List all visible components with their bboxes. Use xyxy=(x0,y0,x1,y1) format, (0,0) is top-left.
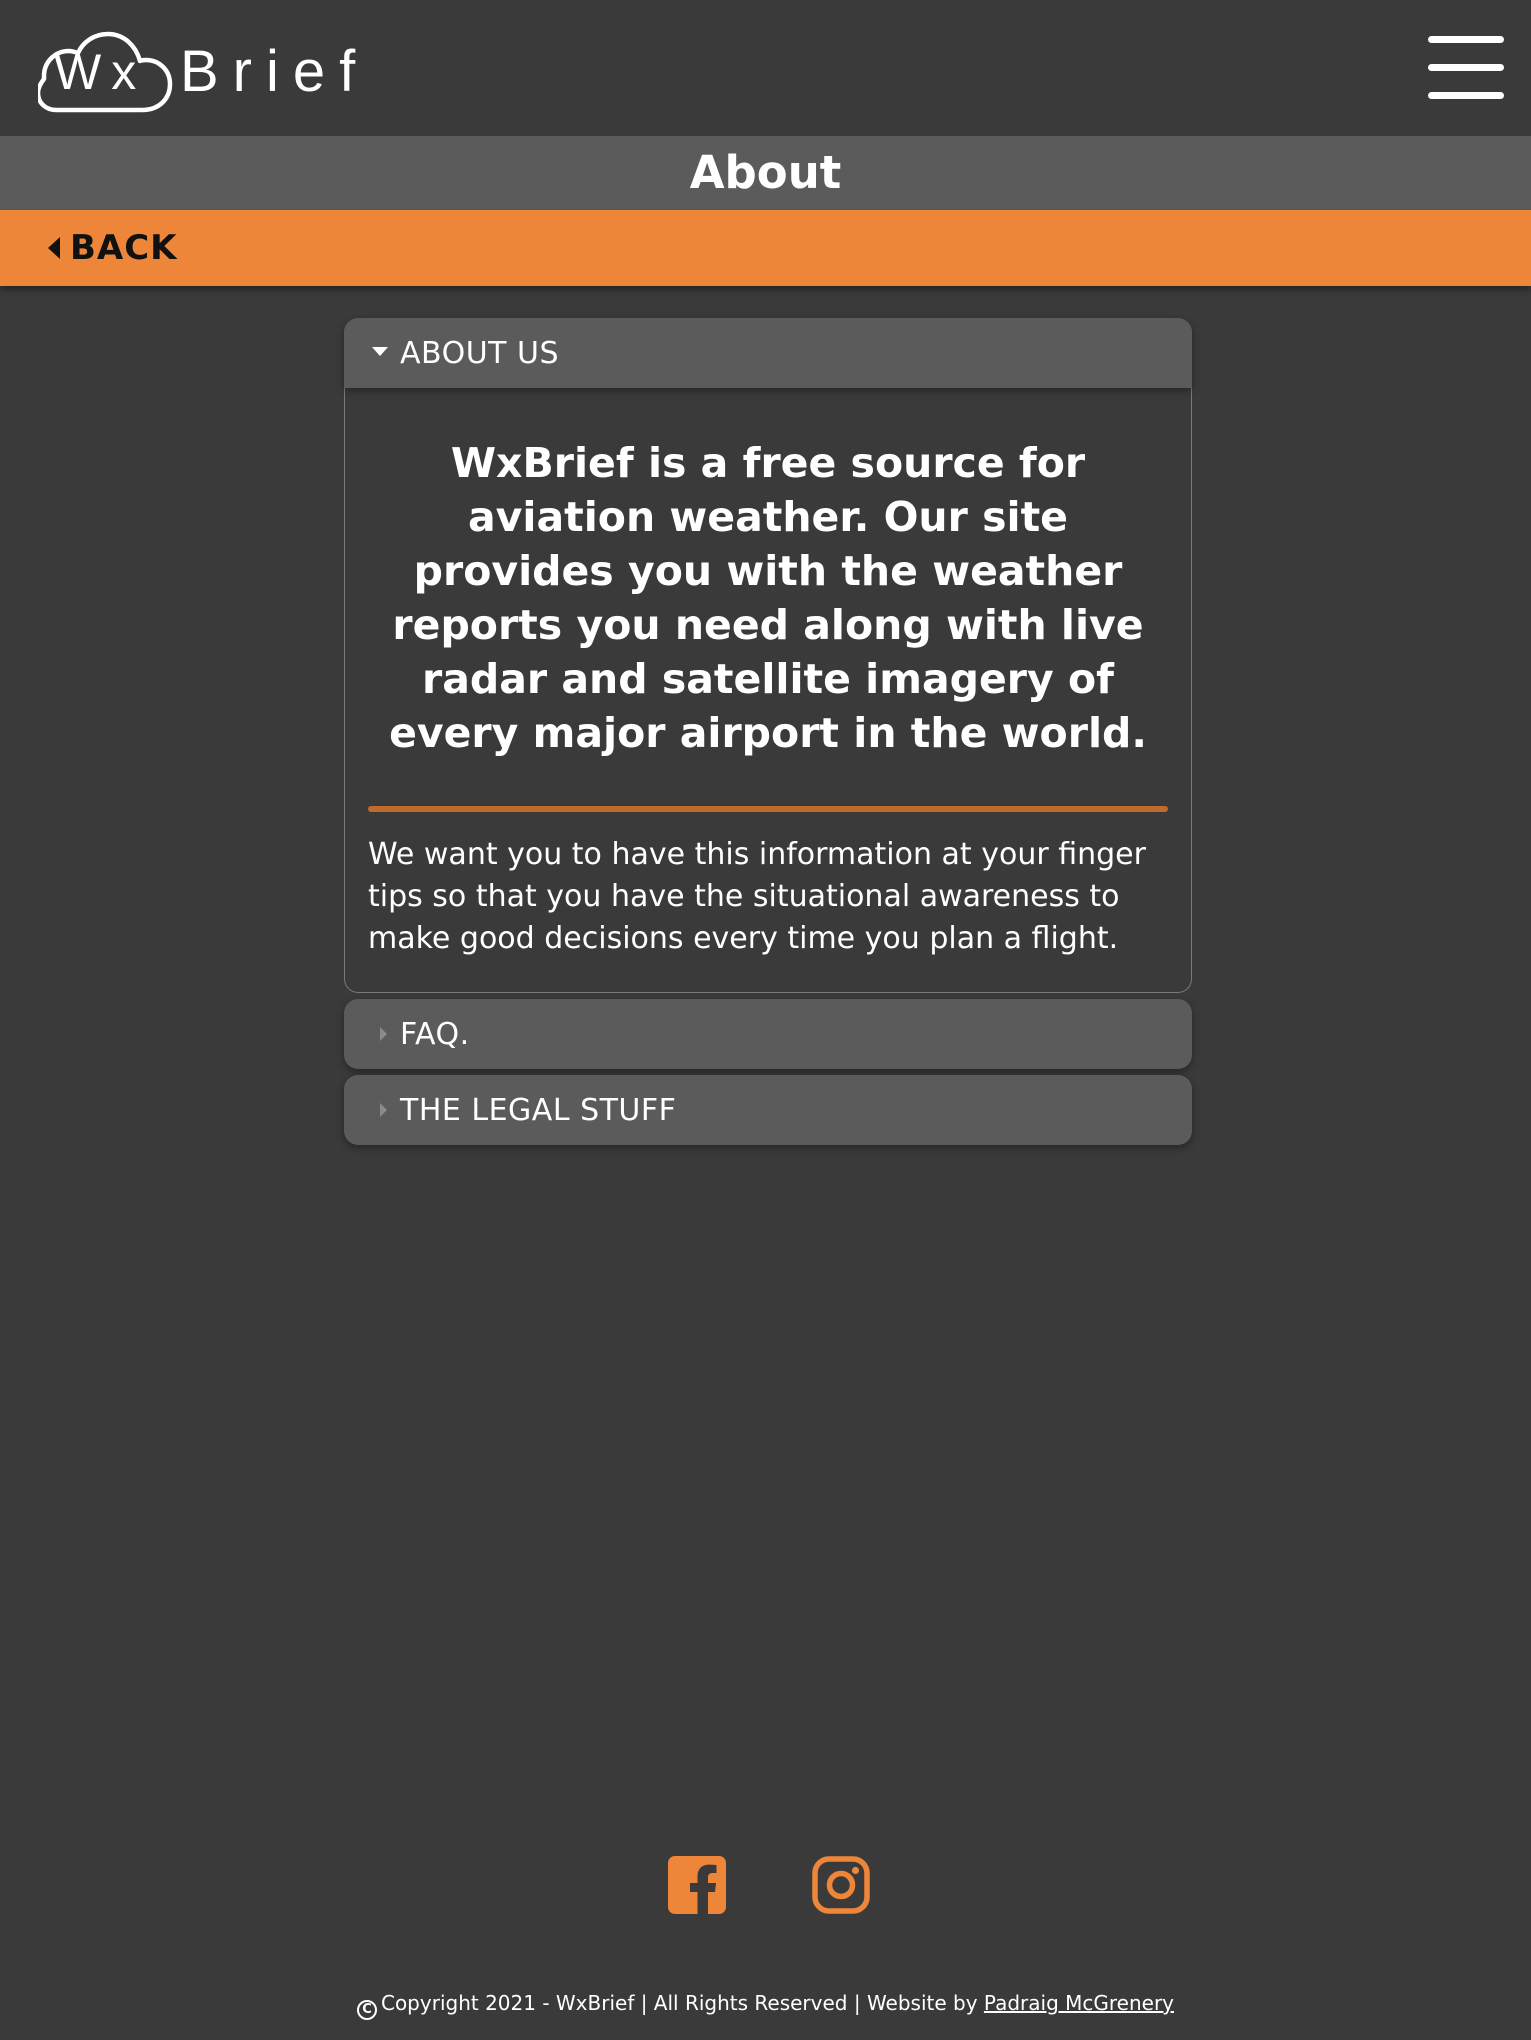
caret-right-icon xyxy=(380,1103,387,1117)
back-bar: BACK xyxy=(0,210,1531,286)
accordion-header-faq[interactable]: FAQ. xyxy=(344,999,1192,1069)
section-divider xyxy=(368,806,1168,812)
title-bar: About xyxy=(0,136,1531,210)
about-accordion: ABOUT US WxBrief is a free source for av… xyxy=(344,318,1192,1151)
back-label: BACK xyxy=(70,228,178,268)
logo-wx-text: Wx xyxy=(54,44,147,100)
wxbrief-logo[interactable]: Wx Brief xyxy=(38,30,378,114)
logo-brief-text: Brief xyxy=(180,39,370,104)
instagram-icon[interactable] xyxy=(812,1856,870,1914)
copyright-icon: C xyxy=(356,2000,377,2020)
copyright-text: Copyright 2021 - WxBrief | All Rights Re… xyxy=(380,1991,978,2015)
caret-left-icon xyxy=(48,237,60,259)
accordion-title: FAQ. xyxy=(400,1016,470,1052)
top-header: Wx Brief xyxy=(0,0,1531,136)
accordion-title: THE LEGAL STUFF xyxy=(400,1092,677,1128)
hamburger-menu-icon[interactable] xyxy=(1428,34,1504,100)
facebook-icon[interactable] xyxy=(668,1856,726,1914)
accordion-item-legal: THE LEGAL STUFF xyxy=(344,1075,1192,1145)
page-title: About xyxy=(689,146,842,199)
accordion-title: ABOUT US xyxy=(400,335,560,371)
accordion-item-about-us: ABOUT US WxBrief is a free source for av… xyxy=(344,318,1192,993)
about-body-text: We want you to have this information at … xyxy=(368,837,1146,956)
accordion-item-faq: FAQ. xyxy=(344,999,1192,1069)
about-lead-text: WxBrief is a free source for aviation we… xyxy=(389,439,1147,757)
accordion-body-about-us: WxBrief is a free source for aviation we… xyxy=(344,388,1192,993)
caret-down-icon xyxy=(372,346,388,356)
page: Wx Brief About BACK ABOUT US WxBrief is … xyxy=(0,0,1531,2040)
accordion-header-about-us[interactable]: ABOUT US xyxy=(344,318,1192,388)
back-button[interactable]: BACK xyxy=(48,210,178,286)
accordion-header-legal[interactable]: THE LEGAL STUFF xyxy=(344,1075,1192,1145)
social-links xyxy=(0,1856,1531,1916)
author-link[interactable]: Padraig McGrenery xyxy=(984,1991,1174,2015)
copyright-footer: C Copyright 2021 - WxBrief | All Rights R… xyxy=(0,1990,1531,2020)
caret-right-icon xyxy=(380,1027,387,1041)
